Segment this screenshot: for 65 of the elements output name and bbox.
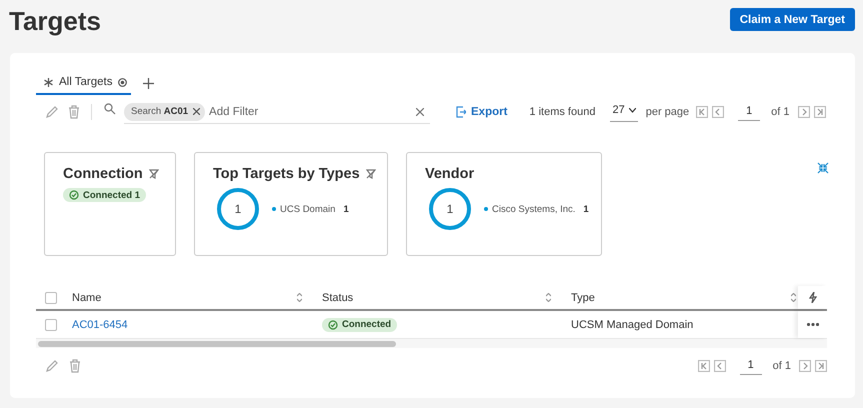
sort-icon[interactable] [546,293,551,302]
scrollbar-thumb[interactable] [38,340,396,346]
per-page-label: per page [646,106,690,118]
search-icon[interactable] [104,103,116,115]
legend-label: Cisco Systems, Inc. [492,204,576,214]
prev-icon[interactable] [714,360,726,372]
page-title: Targets [9,6,101,37]
checkbox[interactable] [45,292,57,304]
column-header[interactable]: Type [571,292,595,304]
column-header[interactable]: Name [72,292,102,304]
collapse-icon[interactable] [817,162,829,174]
column-header[interactable]: Status [322,292,354,304]
tab[interactable]: All Targets [36,71,132,95]
close-icon[interactable] [193,108,200,115]
checkbox[interactable] [45,318,57,330]
pencil-icon[interactable] [45,359,59,373]
widget-title: Vendor [425,166,474,182]
legend-label: UCS Domain [280,204,336,214]
first-icon[interactable] [696,106,708,118]
widget-title: Connection [63,166,143,182]
items-found-text: 1 items found [529,106,596,118]
target-name-link[interactable]: AC01-6454 [72,318,128,330]
lightning-icon[interactable] [808,292,816,303]
funnel-off-icon[interactable] [148,169,159,179]
first-icon[interactable] [698,360,710,372]
filter-field[interactable]: Search AC01 Add Filter [124,100,430,124]
filter-chip[interactable]: Search AC01 [124,102,206,120]
last-icon[interactable] [814,106,826,118]
page-number-field[interactable]: 1 [738,103,760,121]
legend-count: 1 [583,204,589,214]
add-tab-icon[interactable] [143,78,154,88]
legend-dot [272,207,276,211]
per-page-dropdown[interactable]: 27 [610,102,638,122]
widget-title: Top Targets by Types [213,166,360,182]
status-badge: Connected [322,318,398,332]
export-icon [455,106,466,118]
donut-chart: 1 [429,188,471,230]
funnel-off-icon[interactable] [366,169,376,179]
sort-icon[interactable] [791,293,796,302]
tab-label[interactable]: All Targets [59,76,112,88]
clear-icon[interactable] [416,108,424,116]
page-count: of 1 [771,106,790,118]
trash-icon[interactable] [69,359,81,373]
donut-chart: 1 [217,188,259,230]
prev-icon[interactable] [712,106,724,118]
claim-target-button[interactable]: Claim a New Target [730,8,855,31]
check-circle-icon [69,190,79,200]
chevron-down-icon [628,108,636,112]
legend-count: 1 [343,204,349,214]
trash-icon[interactable] [68,105,80,119]
settings-icon[interactable] [118,78,128,86]
table-cell: UCSM Managed Domain [571,318,694,330]
sort-icon[interactable] [297,293,302,302]
pencil-icon[interactable] [45,105,59,119]
last-icon[interactable] [815,360,827,372]
page-count: of 1 [772,360,791,372]
next-icon[interactable] [799,360,811,372]
more-icon[interactable] [806,323,818,326]
page-number-field[interactable]: 1 [740,357,762,375]
export-button[interactable]: Export [455,106,508,118]
next-icon[interactable] [798,106,810,118]
status-badge[interactable]: Connected 1 [63,188,146,202]
legend-dot [484,207,488,211]
check-circle-icon [328,320,338,330]
asterisk-icon [44,78,53,86]
